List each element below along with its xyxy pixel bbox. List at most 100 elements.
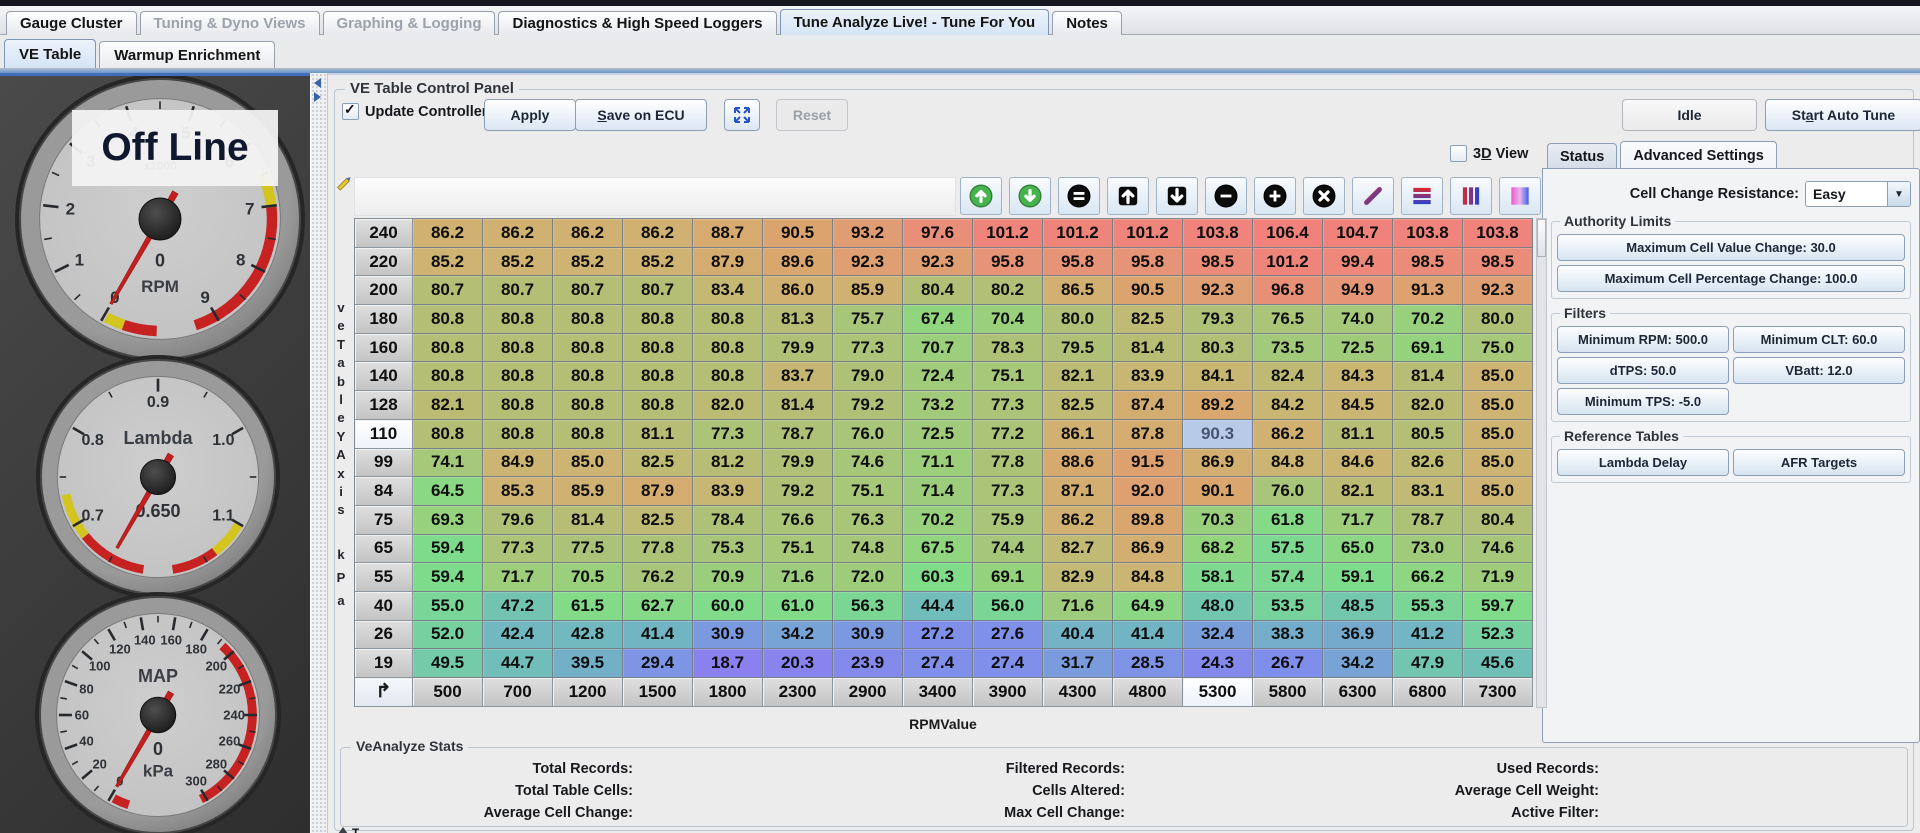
ve-cell[interactable]: 44.4 <box>903 592 973 621</box>
ve-cell[interactable]: 40.4 <box>1043 621 1113 650</box>
ve-cell[interactable]: 90.5 <box>763 219 833 248</box>
ve-cell[interactable]: 26.7 <box>1253 649 1323 678</box>
collapsed-panel-edge[interactable]: T <box>338 826 359 833</box>
ve-cell[interactable]: 60.0 <box>693 592 763 621</box>
ve-cell[interactable]: 27.2 <box>903 621 973 650</box>
ve-cell[interactable]: 38.3 <box>1253 621 1323 650</box>
ve-cell[interactable]: 103.8 <box>1463 219 1533 248</box>
ve-cell[interactable]: 85.0 <box>1463 362 1533 391</box>
toolbar-clear-button[interactable] <box>1303 177 1345 215</box>
ve-cell[interactable]: 77.2 <box>973 420 1043 449</box>
tab-tune-analyze-live-tune-for-you[interactable]: Tune Analyze Live! - Tune For You <box>780 9 1050 35</box>
start-auto-tune-button[interactable]: Start Auto Tune <box>1765 99 1920 131</box>
ve-cell[interactable]: 95.8 <box>1113 248 1183 277</box>
ve-cell[interactable]: 75.9 <box>973 506 1043 535</box>
table-scrollbar-thumb[interactable] <box>1537 219 1546 257</box>
ve-cell[interactable]: 84.6 <box>1323 449 1393 478</box>
ve-cell[interactable]: 79.2 <box>833 391 903 420</box>
ve-cell[interactable]: 76.2 <box>623 563 693 592</box>
col-header-4300[interactable]: 4300 <box>1043 678 1113 707</box>
ve-cell[interactable]: 71.7 <box>483 563 553 592</box>
ve-cell[interactable]: 87.4 <box>1113 391 1183 420</box>
ve-cell[interactable]: 58.1 <box>1183 563 1253 592</box>
axis-corner-cell[interactable]: ↱ <box>355 678 413 707</box>
toolbar-decrement-button[interactable] <box>1205 177 1247 215</box>
ve-cell[interactable]: 97.6 <box>903 219 973 248</box>
row-header-110[interactable]: 110 <box>355 420 413 449</box>
col-header-6800[interactable]: 6800 <box>1393 678 1463 707</box>
col-header-4800[interactable]: 4800 <box>1113 678 1183 707</box>
col-header-5800[interactable]: 5800 <box>1253 678 1323 707</box>
ve-cell[interactable]: 80.8 <box>413 362 483 391</box>
ve-cell[interactable]: 77.3 <box>973 477 1043 506</box>
ve-cell[interactable]: 55.0 <box>413 592 483 621</box>
ve-cell[interactable]: 60.3 <box>903 563 973 592</box>
ve-cell[interactable]: 99.4 <box>1323 248 1393 277</box>
ve-cell[interactable]: 84.3 <box>1323 362 1393 391</box>
ve-cell[interactable]: 32.4 <box>1183 621 1253 650</box>
ve-cell[interactable]: 91.5 <box>1113 449 1183 478</box>
ve-cell[interactable]: 70.9 <box>693 563 763 592</box>
ve-cell[interactable]: 79.3 <box>1183 305 1253 334</box>
ve-cell[interactable]: 82.0 <box>693 391 763 420</box>
subtab-warmup-enrichment[interactable]: Warmup Enrichment <box>99 41 275 68</box>
collapse-left-arrow-icon[interactable] <box>314 78 321 88</box>
ve-cell[interactable]: 90.5 <box>1113 276 1183 305</box>
ve-cell[interactable]: 82.1 <box>413 391 483 420</box>
ve-cell[interactable]: 64.9 <box>1113 592 1183 621</box>
col-header-5300[interactable]: 5300 <box>1183 678 1253 707</box>
ve-cell[interactable]: 79.2 <box>763 477 833 506</box>
ve-cell[interactable]: 101.2 <box>973 219 1043 248</box>
ve-cell[interactable]: 89.2 <box>1183 391 1253 420</box>
toolbar-smooth-gradient-button[interactable] <box>1499 177 1541 215</box>
toolbar-interpolate-button[interactable] <box>1352 177 1394 215</box>
ve-cell[interactable]: 80.8 <box>483 362 553 391</box>
ve-cell[interactable]: 41.2 <box>1393 621 1463 650</box>
ve-cell[interactable]: 59.1 <box>1323 563 1393 592</box>
ve-cell[interactable]: 69.1 <box>973 563 1043 592</box>
ve-cell[interactable]: 82.4 <box>1253 362 1323 391</box>
ve-cell[interactable]: 71.6 <box>1043 592 1113 621</box>
ve-cell[interactable]: 73.5 <box>1253 334 1323 363</box>
ve-cell[interactable]: 27.4 <box>903 649 973 678</box>
ve-cell[interactable]: 30.9 <box>693 621 763 650</box>
ve-cell[interactable]: 82.1 <box>1043 362 1113 391</box>
ve-cell[interactable]: 84.8 <box>1113 563 1183 592</box>
ve-cell[interactable]: 79.9 <box>763 334 833 363</box>
ve-cell[interactable]: 81.2 <box>693 449 763 478</box>
ve-cell[interactable]: 70.5 <box>553 563 623 592</box>
ve-cell[interactable]: 82.5 <box>1113 305 1183 334</box>
view3d-checkbox[interactable] <box>1450 145 1467 162</box>
ve-cell[interactable]: 87.9 <box>693 248 763 277</box>
ve-cell[interactable]: 80.7 <box>483 276 553 305</box>
ve-cell[interactable]: 41.4 <box>623 621 693 650</box>
toolbar-scale-up-button[interactable] <box>960 177 1002 215</box>
ve-cell[interactable]: 74.6 <box>1463 535 1533 564</box>
ve-cell[interactable]: 90.3 <box>1183 420 1253 449</box>
ve-cell[interactable]: 88.6 <box>1043 449 1113 478</box>
ve-cell[interactable]: 69.3 <box>413 506 483 535</box>
ve-cell[interactable]: 67.5 <box>903 535 973 564</box>
subtab-ve-table[interactable]: VE Table <box>4 39 96 68</box>
ve-cell[interactable]: 57.4 <box>1253 563 1323 592</box>
tab-graphing-logging[interactable]: Graphing & Logging <box>323 11 496 35</box>
ve-cell[interactable]: 77.8 <box>623 535 693 564</box>
col-header-1800[interactable]: 1800 <box>693 678 763 707</box>
tab-notes[interactable]: Notes <box>1052 11 1122 35</box>
ve-cell[interactable]: 84.2 <box>1253 391 1323 420</box>
col-header-500[interactable]: 500 <box>413 678 483 707</box>
col-header-7300[interactable]: 7300 <box>1463 678 1533 707</box>
ve-cell[interactable]: 86.5 <box>1043 276 1113 305</box>
ve-cell[interactable]: 61.0 <box>763 592 833 621</box>
ve-cell[interactable]: 87.9 <box>623 477 693 506</box>
ve-cell[interactable]: 77.3 <box>483 535 553 564</box>
ve-cell[interactable]: 86.9 <box>1183 449 1253 478</box>
row-header-40[interactable]: 40 <box>355 592 413 621</box>
ve-cell[interactable]: 69.1 <box>1393 334 1463 363</box>
ve-cell[interactable]: 83.9 <box>1113 362 1183 391</box>
ve-cell[interactable]: 67.4 <box>903 305 973 334</box>
ve-cell[interactable]: 103.8 <box>1183 219 1253 248</box>
ve-cell[interactable]: 80.8 <box>413 420 483 449</box>
tab-gauge-cluster[interactable]: Gauge Cluster <box>6 11 137 35</box>
toolbar-increment-button[interactable] <box>1254 177 1296 215</box>
